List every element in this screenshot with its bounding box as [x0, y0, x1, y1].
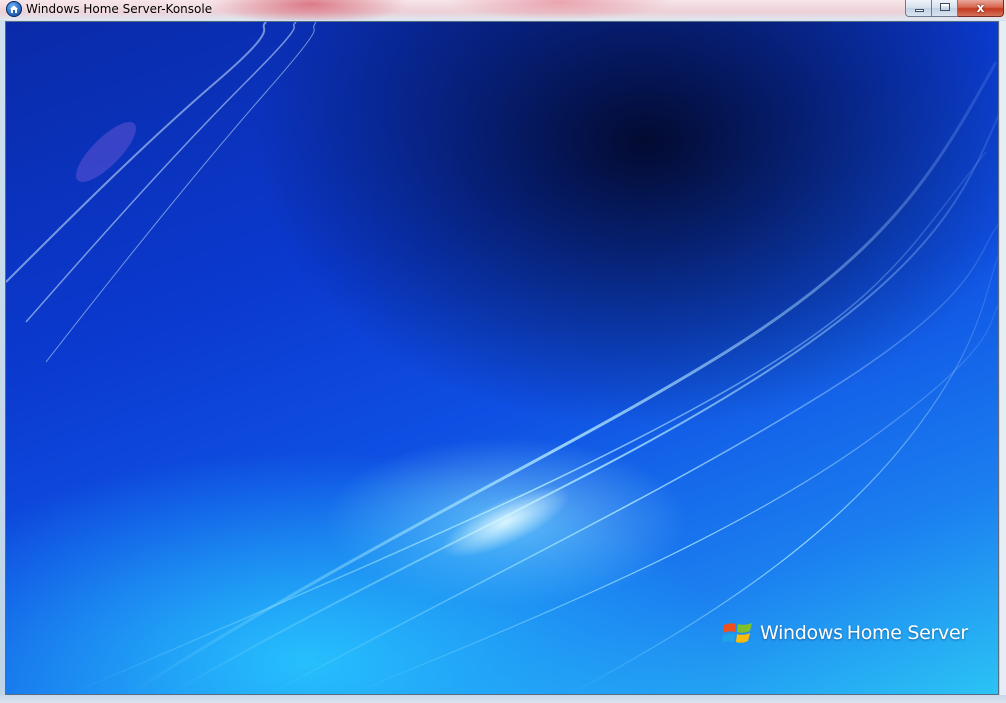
- caption-buttons: x: [905, 0, 1004, 18]
- minimize-icon: [915, 9, 924, 12]
- window-title: Windows Home Server-Konsole: [26, 2, 213, 16]
- window-bottom-border: [0, 695, 1006, 703]
- maximize-button[interactable]: [932, 0, 958, 17]
- home-server-icon[interactable]: [6, 1, 22, 17]
- window-right-border: [1000, 21, 1006, 701]
- title-bar[interactable]: Windows Home Server-Konsole x: [0, 0, 1006, 20]
- maximize-icon: [940, 3, 950, 11]
- windows-home-server-logo: Windows Home Server: [722, 618, 968, 648]
- logo-text-home-server: Home Server: [846, 622, 968, 644]
- logo-text-windows: Windows: [760, 622, 843, 644]
- console-window: Windows Home Server-Konsole x Windows Ho…: [0, 0, 1006, 703]
- close-button[interactable]: x: [958, 0, 1004, 17]
- close-icon: x: [976, 1, 985, 15]
- splash-background: Windows Home Server: [5, 21, 999, 695]
- minimize-button[interactable]: [905, 0, 932, 17]
- windows-flag-icon: [722, 623, 752, 643]
- background-swooshes: [6, 22, 998, 694]
